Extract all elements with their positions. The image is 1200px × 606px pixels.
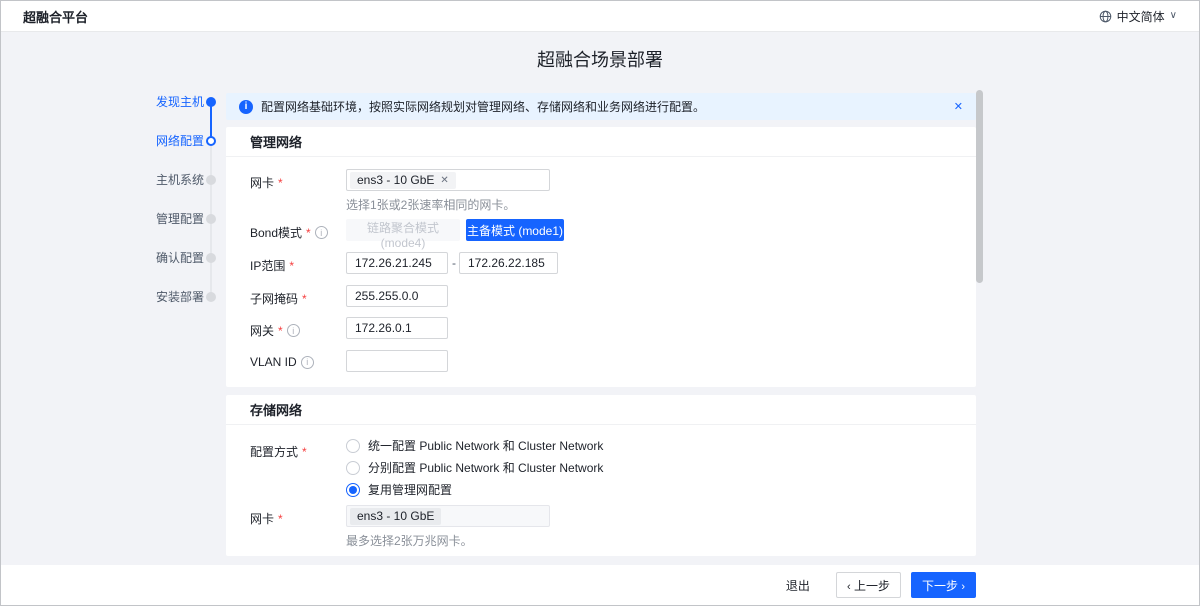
step-confirm-config[interactable]: 确认配置 — [131, 252, 204, 264]
storage-network-card: 存储网络 配置方式* 统一配置 Public Network 和 Cluster… — [226, 395, 976, 556]
chevron-right-icon: › — [961, 581, 965, 593]
chevron-down-icon: ∨ — [1170, 11, 1177, 21]
ip-range-end-input[interactable] — [459, 252, 558, 274]
close-icon[interactable]: ✕ — [954, 100, 963, 113]
scrollbar-thumb[interactable] — [976, 90, 983, 283]
subnet-mask-input[interactable] — [346, 285, 448, 307]
radio-icon — [346, 439, 360, 453]
step-dot-pending — [206, 292, 216, 302]
info-banner-text: 配置网络基础环境，按照实际网络规划对管理网络、存储网络和业务网络进行配置。 — [261, 98, 705, 115]
ip-range-separator: - — [452, 256, 456, 270]
page-title: 超融合场景部署 — [1, 46, 1199, 72]
tag-close-icon[interactable]: ✕ — [440, 175, 448, 186]
info-banner: i 配置网络基础环境，按照实际网络规划对管理网络、存储网络和业务网络进行配置。 … — [226, 93, 976, 120]
language-label: 中文简体 — [1117, 8, 1165, 25]
radio-selected-icon — [346, 483, 360, 497]
storage-nic-tag: ens3 - 10 GbE — [350, 508, 441, 525]
app-window: 超融合平台 中文简体 ∨ 超融合场景部署 发现主机 网络配置 主机系统 管理配置… — [0, 0, 1200, 606]
step-discover-hosts[interactable]: 发现主机 — [131, 96, 204, 108]
radio-unified-config[interactable]: 统一配置 Public Network 和 Cluster Network — [346, 437, 603, 454]
config-mode-label: 配置方式* — [250, 443, 307, 460]
management-network-title: 管理网络 — [226, 127, 976, 157]
vlan-id-label: VLAN ID i — [250, 355, 314, 369]
step-dot-pending — [206, 253, 216, 263]
step-dot-current — [206, 136, 216, 146]
storage-nic-label: 网卡* — [250, 510, 283, 527]
exit-button[interactable]: 退出 — [786, 577, 810, 594]
storage-network-title: 存储网络 — [226, 395, 976, 425]
info-circle-icon: i — [239, 100, 253, 114]
step-dot-pending — [206, 175, 216, 185]
nic-tag: ens3 - 10 GbE ✕ — [350, 172, 456, 189]
gateway-label: 网关* i — [250, 322, 300, 339]
info-icon[interactable]: i — [301, 356, 314, 369]
language-selector[interactable]: 中文简体 ∨ — [1099, 8, 1177, 25]
step-host-system[interactable]: 主机系统 — [131, 174, 204, 186]
storage-nic-helper: 最多选择2张万兆网卡。 — [346, 532, 473, 549]
bond-mode1-button[interactable]: 主备模式 (mode1) — [466, 219, 564, 241]
ip-range-start-input[interactable] — [346, 252, 448, 274]
info-icon[interactable]: i — [287, 324, 300, 337]
previous-step-button[interactable]: ‹ 上一步 — [836, 572, 901, 598]
step-install-deploy[interactable]: 安装部署 — [131, 291, 204, 303]
top-bar: 超融合平台 中文简体 ∨ — [1, 1, 1199, 32]
storage-nic-select: ens3 - 10 GbE — [346, 505, 550, 527]
bond-mode4-button[interactable]: 链路聚合模式 (mode4) — [346, 219, 460, 241]
gateway-input[interactable] — [346, 317, 448, 339]
radio-icon — [346, 461, 360, 475]
radio-separate-config[interactable]: 分别配置 Public Network 和 Cluster Network — [346, 459, 603, 476]
nic-helper: 选择1张或2张速率相同的网卡。 — [346, 196, 515, 213]
globe-icon — [1099, 10, 1112, 23]
step-dot-done — [206, 97, 216, 107]
next-step-button[interactable]: 下一步 › — [911, 572, 976, 598]
subnet-mask-label: 子网掩码* — [250, 290, 307, 307]
bond-mode-label: Bond模式* i — [250, 224, 328, 241]
radio-reuse-mgmt-config[interactable]: 复用管理网配置 — [346, 481, 452, 498]
info-icon[interactable]: i — [315, 226, 328, 239]
step-network-config[interactable]: 网络配置 — [131, 135, 204, 147]
nic-label: 网卡* — [250, 174, 283, 191]
nic-select[interactable]: ens3 - 10 GbE ✕ — [346, 169, 550, 191]
chevron-left-icon: ‹ — [847, 581, 851, 593]
step-mgmt-config[interactable]: 管理配置 — [131, 213, 204, 225]
vlan-id-input[interactable] — [346, 350, 448, 372]
brand-title: 超融合平台 — [23, 7, 88, 26]
step-dot-pending — [206, 214, 216, 224]
ip-range-label: IP范围* — [250, 257, 294, 274]
footer-bar: 退出 ‹ 上一步 下一步 › — [1, 565, 1199, 605]
management-network-card: 管理网络 网卡* ens3 - 10 GbE ✕ 选择1张或2张速率相同的网卡。… — [226, 127, 976, 387]
